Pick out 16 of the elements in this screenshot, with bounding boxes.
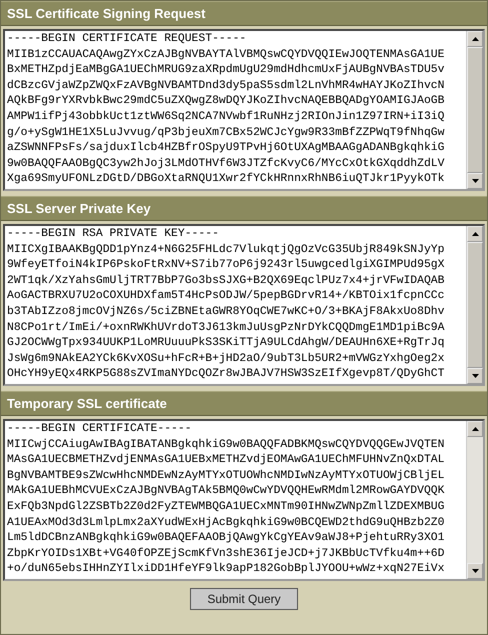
section-header: Temporary SSL certificate: [1, 391, 487, 416]
private-key-field[interactable]: -----BEGIN RSA PRIVATE KEY----- MIICXgIBAAKBgQDD1pYnz4+N6G25FHLdc7VlukqtjQgOzVcG35UbjR849kSNJyYp 9WfeyETfoiN4kIP6PskoFtRxNV+S7ib77oP6j9243rl5uwgcedlgiXGIMPUd95gX 2WT1qk/XzYahsGmUljTRT7BbP7Go3bsSJXG+B2QX69EqclPUz7x4+jrVFwIDAQAB AoGACTBRXU7U2oCOXUHDXfam5T4HcPsODJW/5pepBGDrvR14+/KBTOix1fcpnCCc b3TAbIZzo8jmcOVjNZ6s/5ciZBNEtaGWR8YOqCWE7wKC+O/3+BKAjF8AkxUo8Dhv N8CPo1rt/ImEi/+oxnRWKhUVrdoT3J613kmJuUsgPzNrDYkCQQDmgE1MD1piBc9A GJ2OCWWgTpx934UUKP1LoMRUuuuPkS3SKiTTjA9ULCdAhgW/DEAUHn6XE+RgTrJq JsWg6m9NAkEA2YCk6KvXOSu+hFcR+B+jHD2aO/9ubT3Lb5UR2+mVWGzYxhgOeg2x OHcYH9yEQx4RKP5G88sZVImaNYDcQOZr8wJBAJV7HSW3SzEIfXgevp8T/QDyGhCT: [3, 224, 485, 386]
scroll-up-icon[interactable]: [472, 232, 478, 236]
scrollbar[interactable]: [466, 226, 483, 384]
scrollbar[interactable]: [466, 31, 483, 189]
scroll-down-icon[interactable]: [472, 569, 478, 573]
scrollbar[interactable]: [466, 421, 483, 579]
submit-button[interactable]: Submit Query: [190, 588, 298, 610]
scroll-up-icon[interactable]: [472, 37, 478, 41]
certificate-field[interactable]: -----BEGIN CERTIFICATE----- MIICwjCCAiugAwIBAgIBATANBgkqhkiG9w0BAQQFADBKMQswCQYDVQQGEwJVQTEN MAsGA1UECBMETHZvdjENMAsGA1UEBxMETHZvdjEOMAwGA1UEChMFUHNvZnQxDTAL BgNVBAMTBE9sZWcwHhcNMDEwNzAyMTYxOTUOWhcNMDIwNzAyMTYxOTUOWjCBljEL MAkGA1UEBhMCVUExCzAJBgNVBAgTAk5BMQ0wCwYDVQQHEwRMdml2MRowGAYDVQQK ExFQb3NpdGl2ZSBTb2Z0d2FyZTEWMBQGA1UECxMNTm90IHNwZWNpZmllZDEXMBUG A1UEAxMOd3d3LmlpLmx2aXYudWExHjAcBgkqhkiG9w0BCQEWD2thdG9uQHBzb2Z0 Lm5ldDCBnzANBgkqhkiG9w0BAQEFAAOBjQAwgYkCgYEAv9aWJ8+PjehtuRRy3XO1 ZbpKrYOIDs1XBt+VG40fOPZEjScmKfVn3shE36IjeJCD+j7JKBbUcTVfku4m++6D +o/duN65ebsIHHnZYIlxiDD1HfeYF9lk9apP182GobBplJYOOU+wWz+xqN27EiVx: [3, 419, 485, 581]
scroll-down-icon[interactable]: [472, 179, 478, 183]
scroll-down-icon[interactable]: [472, 374, 478, 378]
certificate-request-field[interactable]: -----BEGIN CERTIFICATE REQUEST----- MIIB1zCCAUACAQAwgZYxCzAJBgNVBAYTAlVBMQswCQYDVQQIEwJOQTENMAsGA1UE BxMETHZpdjEaMBgGA1UEChMRUG9zaXRpdmUgU29mdHdhcmUxFjAUBgNVBAsTDU5v dCBzcGVjaWZpZWQxFzAVBgNVBAMTDnd3dy5paS5sdml2LnVhMR4wHAYJKoZIhvcN AQkBFg9rYXRvbkBwc29mdC5uZXQwgZ8wDQYJKoZIhvcNAQEBBQADgYOAMIGJAoGB AMPW1ifPj43obbkUct1ztWW6Sq2NCA7NVwbf1RuNHzj2RIOnJin1Z97IRN+iI3iQ g/o+ySgW1HE1X5LuJvvug/qP3bjeuXm7CBx52WCJcYgw9R33mBfZZPWqT9fNhqGw aZSWNNFPsFs/sajduxIlcb4HZBfrOSpyU9TPvHj6OtUXAgMBAAGgADANBgkqhkiG 9w0BAQQFAAOBgQC3yw2hJoj3LMdOTHVf6W3JTZfcKvyC6/MYcCxOtkGXqddhZdLV Xga69SmyUFONLzDGtD/DBGoXtaRNQU1Xwr2fYCkHRnnxRhNB6iuQTJkr1PyykOTk: [3, 29, 485, 191]
scroll-up-icon[interactable]: [472, 427, 478, 431]
section-header: SSL Certificate Signing Request: [1, 1, 487, 26]
section-header: SSL Server Private Key: [1, 196, 487, 221]
